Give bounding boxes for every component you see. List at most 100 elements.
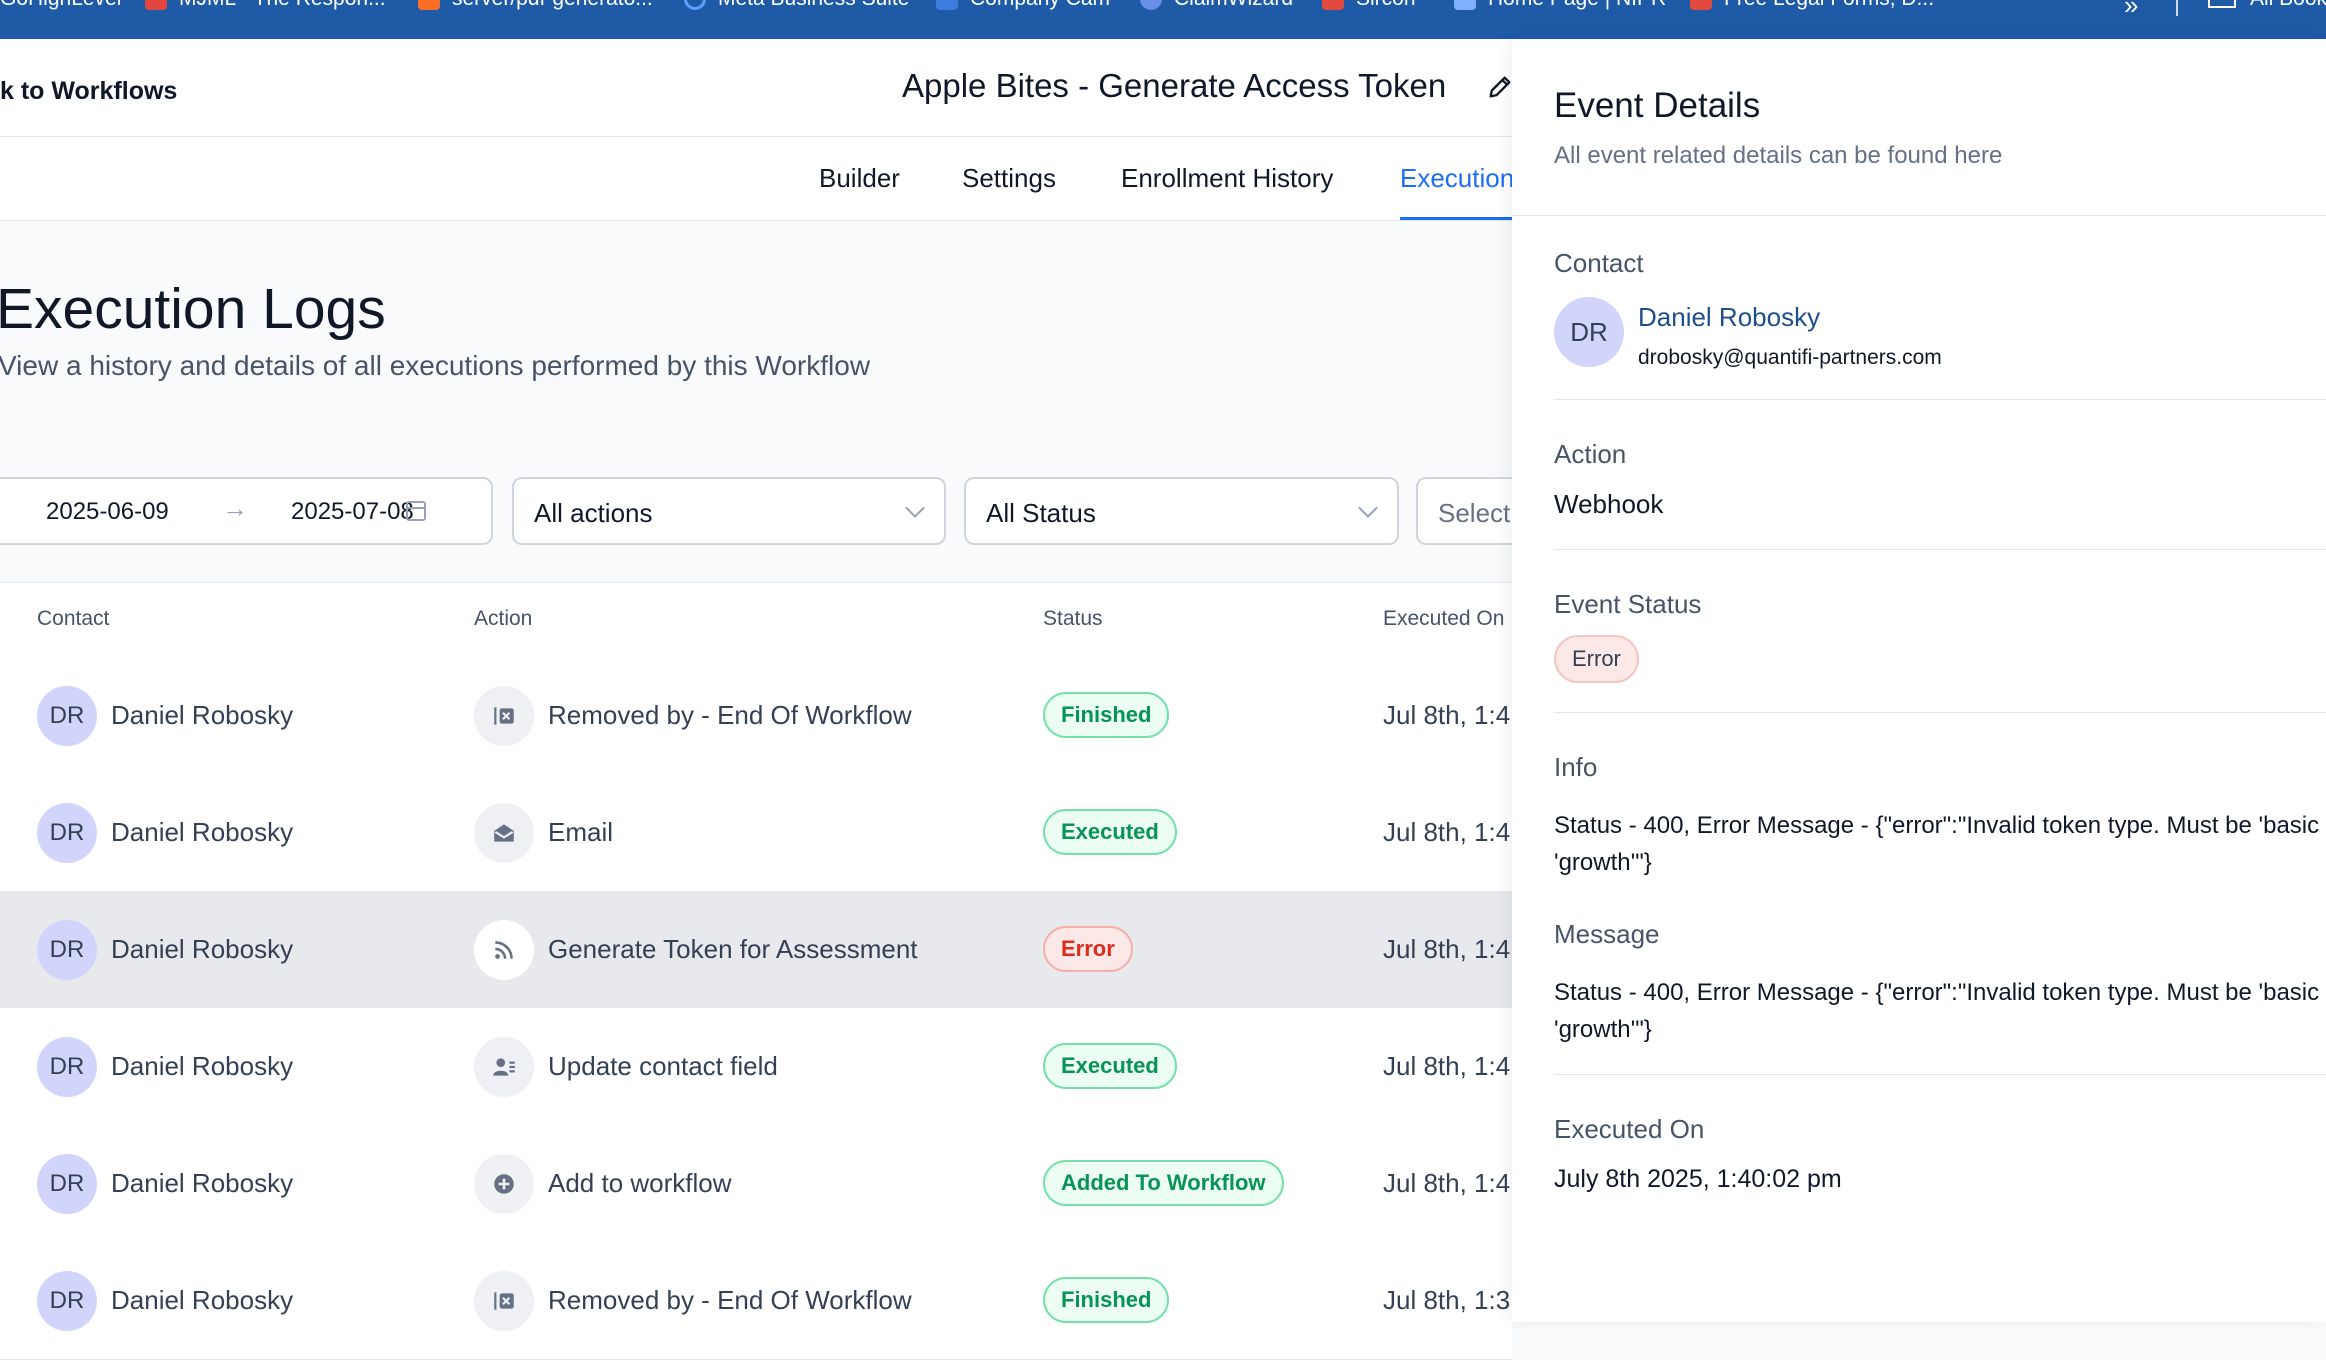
divider [1554,549,2326,550]
executed-on: Jul 8th, 1:4 [1383,1168,1511,1198]
executed-on: Jul 8th, 1:3 [1383,1285,1511,1315]
contact-email: drobosky@quantifi-partners.com [1638,346,1942,369]
date-start[interactable]: 2025-06-09 [46,498,169,526]
folder-icon [2208,0,2236,8]
column-header-status: Status [1043,607,1103,630]
add-workflow-icon [474,1154,534,1214]
bookmark-companycam[interactable]: Company Cam [936,0,1110,11]
bookmark-gohighlevel[interactable]: GoHighLevel [0,0,121,11]
bookmark-nipr[interactable]: Home Page | NIPR [1454,0,1666,11]
bookmark-meta[interactable]: Meta Business Suite [684,0,909,11]
divider [1554,399,2326,400]
email-icon [474,803,534,863]
divider [1554,1074,2326,1075]
divider [1554,712,2326,713]
table-row[interactable]: DR Daniel Robosky Generate Token for Ass… [0,891,1512,1009]
back-to-workflows-link[interactable]: k to Workflows [0,77,177,106]
bookmark-sircon[interactable]: Sircon [1322,0,1416,11]
contact-name[interactable]: Daniel Robosky [111,700,293,731]
bookmark-legal[interactable]: Free Legal Forms, D... [1690,0,1934,11]
all-bookmarks-button[interactable]: All Book [2208,0,2326,11]
status-badge: Finished [1043,1277,1170,1323]
bookmark-label: Meta Business Suite [718,0,909,11]
column-header-action: Action [474,607,533,630]
executed-on: Jul 8th, 1:4 [1383,817,1511,847]
drawer-subtitle: All event related details can be found h… [1554,142,2003,169]
table-row[interactable]: DR Daniel Robosky Removed by - End Of Wo… [0,1242,1512,1360]
contact-select-placeholder: Select [1438,498,1511,528]
calendar-icon[interactable] [406,501,426,521]
avatar: DR [37,1037,97,1097]
date-end[interactable]: 2025-07-08 [291,498,414,526]
info-text: Status - 400, Error Message - {"error":"… [1554,807,2326,881]
event-status-label: Event Status [1554,589,1702,619]
avatar: DR [37,920,97,980]
executed-on-value: July 8th 2025, 1:40:02 pm [1554,1165,1842,1193]
tab-enrollment-history[interactable]: Enrollment History [1121,163,1333,194]
action-value: Webhook [1554,489,1664,519]
date-range-picker[interactable]: 2025-06-09 → 2025-07-08 [0,477,493,545]
table-header: Contact Action Status Executed On [0,583,1512,658]
contact-name[interactable]: Daniel Robosky [111,1051,293,1082]
executed-on-label: Executed On [1554,1114,1705,1144]
action-label: Update contact field [548,1051,778,1081]
actions-select[interactable]: All actions [512,477,946,545]
drawer-title: Event Details [1554,86,1761,125]
bookmark-mjml[interactable]: MJML - The Respon... [145,0,386,11]
action-label: Removed by - End Of Workflow [548,700,912,730]
bookmarks-overflow-icon[interactable]: » [2124,0,2138,21]
status-badge: Executed [1043,1043,1177,1089]
tab-builder[interactable]: Builder [819,163,900,194]
status-badge: Executed [1043,809,1177,855]
pencil-icon[interactable] [1486,73,1514,101]
bookmark-label: Home Page | NIPR [1488,0,1666,11]
table-row[interactable]: DR Daniel Robosky Add to workflow Added … [0,1125,1512,1243]
contact-name[interactable]: Daniel Robosky [111,934,293,965]
table-row[interactable]: DR Daniel Robosky Removed by - End Of Wo… [0,657,1512,775]
info-line: Status - 400, Error Message - {"error":"… [1554,812,2320,839]
all-bookmarks-label: All Book [2250,0,2326,11]
contact-name[interactable]: Daniel Robosky [111,817,293,848]
bookmark-claimwizard[interactable]: ClaimWizard [1140,0,1293,11]
bookmarks-separator [2176,0,2178,16]
bookmark-label: ClaimWizard [1174,0,1293,11]
status-select[interactable]: All Status [964,477,1399,545]
page-subtitle: View a history and details of all execut… [0,350,871,381]
info-label: Info [1554,752,1598,782]
table-row[interactable]: DR Daniel Robosky Update contact field E… [0,1008,1512,1126]
sircon-icon [1322,0,1344,10]
bookmark-gitlab[interactable]: server/pdf-generato... [418,0,653,11]
tab-settings[interactable]: Settings [962,163,1056,194]
avatar: DR [37,1271,97,1331]
avatar: DR [37,803,97,863]
workflow-tabs: Builder Settings Enrollment History Exec… [0,137,1514,221]
message-line: 'growth'"} [1554,1016,1652,1043]
event-details-drawer: Event Details All event related details … [1512,39,2326,1322]
bookmark-label: server/pdf-generato... [452,0,653,11]
action-label: Email [548,817,614,847]
executed-on: Jul 8th, 1:4 [1383,1051,1511,1081]
info-line: 'growth'"} [1554,849,1652,876]
bookmark-label: Sircon [1356,0,1416,11]
avatar: DR [37,1154,97,1214]
workflow-exit-icon [474,686,534,746]
action-label: Removed by - End Of Workflow [548,1285,912,1315]
nipr-icon [1454,0,1476,10]
contact-name[interactable]: Daniel Robosky [111,1168,293,1199]
message-label: Message [1554,919,1660,949]
avatar: DR [37,686,97,746]
contact-name-link[interactable]: Daniel Robosky [1638,302,1820,333]
column-header-contact: Contact [37,607,110,630]
contact-name[interactable]: Daniel Robosky [111,1285,293,1316]
wizard-icon [1140,0,1162,10]
executed-on: Jul 8th, 1:4 [1383,700,1511,730]
workflow-title: Apple Bites - Generate Access Token [902,67,1447,104]
status-badge: Added To Workflow [1043,1160,1284,1206]
divider [1512,215,2326,216]
active-tab-indicator [1400,217,1512,220]
status-badge: Error [1554,635,1639,683]
table-row[interactable]: DR Daniel Robosky Email Executed Jul 8th… [0,774,1512,892]
tab-execution[interactable]: Execution [1400,163,1514,194]
legal-icon [1690,0,1712,10]
status-select-value: All Status [986,498,1096,528]
